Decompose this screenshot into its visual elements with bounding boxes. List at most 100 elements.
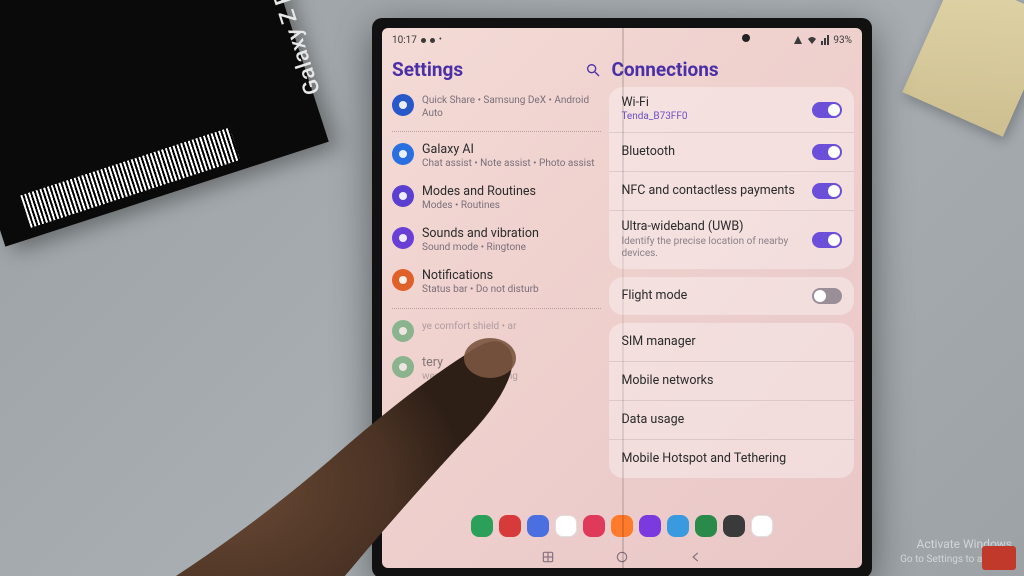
battery-text: 93% (833, 35, 852, 46)
routines-icon (392, 185, 414, 207)
settings-item-text: Sounds and vibrationSound mode • Rington… (422, 227, 539, 255)
connection-text: Mobile Hotspot and Tethering (621, 452, 842, 466)
connection-row[interactable]: Mobile networks (609, 361, 854, 400)
toggle-switch[interactable] (812, 232, 842, 248)
settings-item[interactable]: NotificationsStatus bar • Do not disturb (390, 262, 603, 304)
connection-text: Mobile networks (621, 374, 842, 388)
settings-list: Quick Share • Samsung DeX • Android Auto… (390, 87, 603, 390)
screen: 10:17 • 93% (382, 28, 862, 568)
product-box: Galaxy Z Fold6 (0, 0, 329, 247)
settings-item-subtitle: wer saving • Charging (422, 371, 518, 384)
status-bar: 10:17 • 93% (382, 28, 862, 50)
connection-row[interactable]: Data usage (609, 400, 854, 439)
status-left: 10:17 • (392, 35, 442, 46)
settings-title: Settings (392, 58, 463, 81)
connections-list: Wi-FiTenda_B73FF0 Bluetooth NFC and contac… (609, 87, 854, 506)
alarm-icon (793, 35, 803, 45)
settings-item-subtitle: ye comfort shield • ar (422, 321, 516, 334)
connection-row[interactable]: Bluetooth (609, 132, 854, 171)
dock-app-4[interactable] (583, 515, 605, 537)
settings-status-icon (421, 38, 426, 43)
settings-item[interactable]: Modes and RoutinesModes • Routines (390, 178, 603, 220)
settings-item-text: Galaxy AIChat assist • Note assist • Pho… (422, 143, 595, 171)
battery-icon (392, 356, 414, 378)
product-box-label: Galaxy Z Fold6 (255, 0, 326, 98)
share-icon (392, 94, 414, 116)
connection-title: Mobile Hotspot and Tethering (621, 452, 834, 466)
sound-icon (392, 227, 414, 249)
connection-title: Mobile networks (621, 374, 834, 388)
connection-row[interactable]: SIM manager (609, 323, 854, 361)
dock-app-1[interactable] (499, 515, 521, 537)
connection-row[interactable]: NFC and contactless payments (609, 171, 854, 210)
dock-app-2[interactable] (527, 515, 549, 537)
connection-subtitle: Identify the precise location of nearby … (621, 236, 804, 260)
settings-pane: Settings Quick Share • Samsung DeX • And… (390, 54, 603, 506)
home-icon[interactable] (615, 550, 629, 564)
desk-prop (902, 0, 1024, 137)
settings-item[interactable]: ye comfort shield • ar (390, 313, 603, 349)
settings-item[interactable]: Galaxy AIChat assist • Note assist • Pho… (390, 136, 603, 178)
settings-card: Wi-FiTenda_B73FF0 Bluetooth NFC and contac… (609, 87, 854, 269)
connection-text: Wi-FiTenda_B73FF0 (621, 96, 812, 123)
settings-item[interactable]: Quick Share • Samsung DeX • Android Auto (390, 87, 603, 127)
connection-text: SIM manager (621, 335, 842, 349)
connection-row[interactable]: Mobile Hotspot and Tethering (609, 439, 854, 478)
settings-item-text: Modes and RoutinesModes • Routines (422, 185, 536, 213)
bezel: 10:17 • 93% (382, 28, 862, 568)
divider (392, 308, 601, 309)
connection-row[interactable]: Wi-FiTenda_B73FF0 (609, 87, 854, 132)
settings-item-text: NotificationsStatus bar • Do not disturb (422, 269, 539, 297)
connection-text: Ultra-wideband (UWB) Identify the precise… (621, 220, 812, 259)
settings-item-title: Galaxy AI (422, 143, 595, 157)
dock-app-7[interactable] (667, 515, 689, 537)
display-icon (392, 320, 414, 342)
connections-title-row: Connections (609, 54, 854, 87)
ai-icon (392, 143, 414, 165)
dock-app-3[interactable] (555, 515, 577, 537)
settings-item-text: ye comfort shield • ar (422, 320, 516, 334)
toggle-switch[interactable] (812, 183, 842, 199)
settings-card: Flight mode (609, 277, 854, 315)
recents-icon[interactable] (541, 550, 555, 564)
settings-item-text: terywer saving • Charging (422, 356, 518, 384)
connection-title: Ultra-wideband (UWB) (621, 220, 804, 234)
toggle-knob (828, 104, 840, 116)
nav-bar (382, 546, 862, 568)
settings-item-subtitle: Modes • Routines (422, 200, 536, 213)
status-more: • (439, 35, 442, 45)
search-icon[interactable] (585, 62, 601, 78)
connection-row[interactable]: Ultra-wideband (UWB) Identify the precise… (609, 210, 854, 268)
split-panes: Settings Quick Share • Samsung DeX • And… (382, 50, 862, 508)
settings-item-subtitle: Quick Share • Samsung DeX • Android Auto (422, 95, 601, 120)
settings-title-row: Settings (390, 54, 603, 87)
status-right: 93% (793, 35, 852, 46)
scene-background: Galaxy Z Fold6 10:17 • (0, 0, 1024, 576)
notif-icon (392, 269, 414, 291)
settings-item-subtitle: Status bar • Do not disturb (422, 284, 539, 297)
settings-item[interactable]: Sounds and vibrationSound mode • Rington… (390, 220, 603, 262)
dock-app-0[interactable] (471, 515, 493, 537)
toggle-switch[interactable] (812, 144, 842, 160)
settings-item-title: Sounds and vibration (422, 227, 539, 241)
channel-badge (982, 546, 1016, 570)
dock-app-5[interactable] (611, 515, 633, 537)
connection-text: NFC and contactless payments (621, 184, 812, 198)
dock-app-9[interactable] (723, 515, 745, 537)
connection-text: Bluetooth (621, 145, 812, 159)
connection-title: SIM manager (621, 335, 834, 349)
dock-app-6[interactable] (639, 515, 661, 537)
dock-app-8[interactable] (695, 515, 717, 537)
connection-row[interactable]: Flight mode (609, 277, 854, 315)
settings-item-title: Modes and Routines (422, 185, 536, 199)
app-dock (382, 508, 862, 546)
toggle-switch[interactable] (812, 102, 842, 118)
status-dot-icon (430, 38, 435, 43)
settings-item-title: tery (422, 356, 518, 370)
back-icon[interactable] (689, 550, 703, 564)
toggle-switch[interactable] (812, 288, 842, 304)
dock-app-10[interactable] (751, 515, 773, 537)
settings-item[interactable]: terywer saving • Charging (390, 349, 603, 391)
settings-item-subtitle: Sound mode • Ringtone (422, 242, 539, 255)
connections-title: Connections (611, 58, 718, 81)
